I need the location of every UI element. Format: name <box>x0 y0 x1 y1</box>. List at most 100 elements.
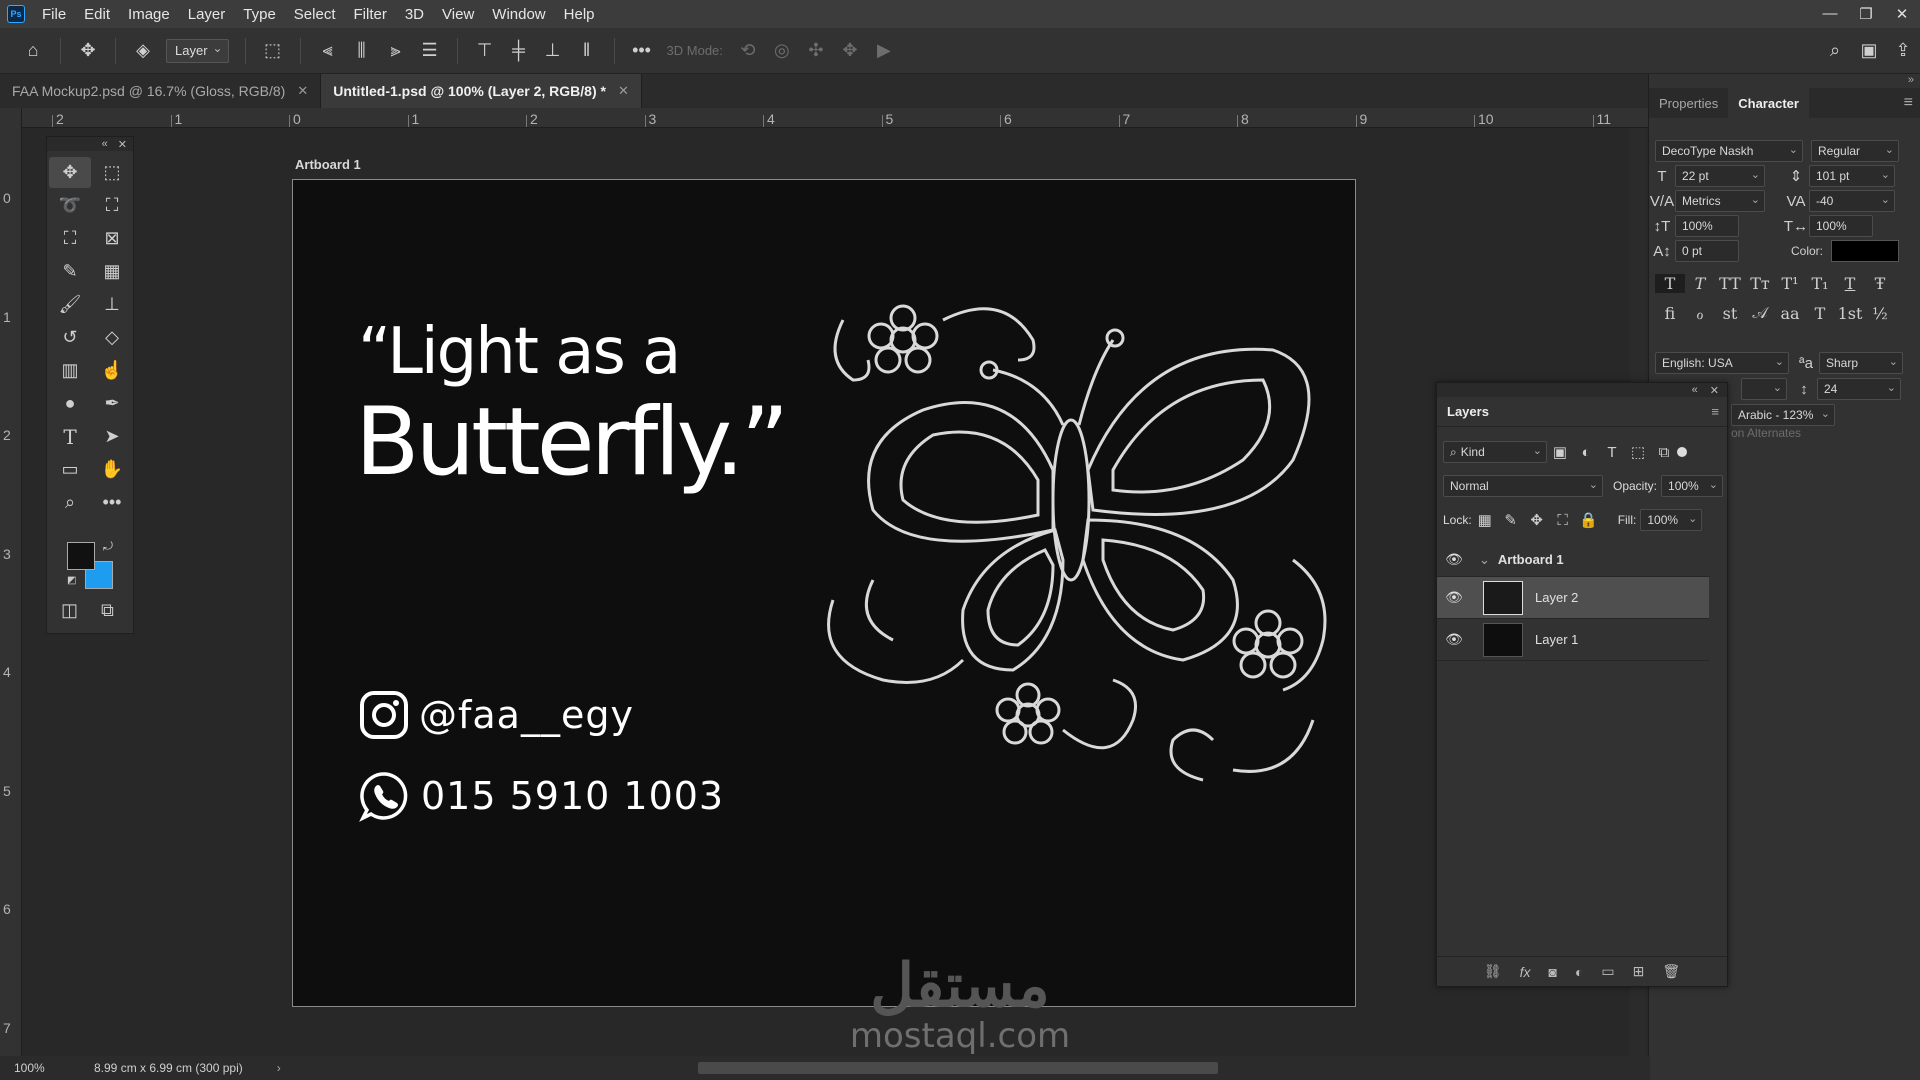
artboard-label[interactable]: Artboard 1 <box>295 157 361 172</box>
orbit-3d-icon[interactable]: ⟲ <box>735 38 761 64</box>
opacity-field[interactable]: 100% <box>1661 475 1724 497</box>
new-layer-icon[interactable]: ⊞ <box>1633 963 1645 980</box>
brush-icon[interactable]: 🖌 <box>49 289 91 320</box>
layer-row-layer-1[interactable]: 👁 Layer 1 <box>1437 619 1709 661</box>
layer-select[interactable]: Layer <box>166 38 229 63</box>
tab-properties[interactable]: Properties <box>1649 88 1728 118</box>
link-layers-icon[interactable]: ⛓ <box>1484 963 1502 980</box>
patch-icon[interactable]: ▦ <box>91 256 133 287</box>
lock-artboard-icon[interactable]: ⛶ <box>1550 512 1576 529</box>
menu-view[interactable]: View <box>433 6 483 23</box>
faux-italic-button[interactable]: T <box>1685 274 1715 293</box>
lasso-icon[interactable]: ➰ <box>49 190 91 221</box>
horizontal-scale-field[interactable]: 100% <box>1809 215 1873 237</box>
document-info[interactable]: 8.99 cm x 6.99 cm (300 ppi) <box>94 1061 243 1075</box>
hand-icon[interactable]: ✋ <box>91 454 133 485</box>
menu-3d[interactable]: 3D <box>396 6 433 23</box>
strikethrough-button[interactable]: Ŧ <box>1865 274 1895 293</box>
swash-button[interactable]: 𝒜 <box>1745 303 1775 323</box>
foreground-color-swatch[interactable] <box>67 542 95 570</box>
ordinals-button[interactable]: 1st <box>1835 304 1865 323</box>
text-color-swatch[interactable] <box>1831 240 1900 262</box>
filter-pixel-icon[interactable]: ▣ <box>1547 443 1573 461</box>
zoom-icon[interactable]: ⌕ <box>49 487 91 518</box>
vertical-scale-field[interactable]: 100% <box>1675 215 1739 237</box>
add-mask-icon[interactable]: ◙ <box>1548 964 1556 980</box>
old-style-button[interactable]: ℴ <box>1685 304 1715 323</box>
swap-colors-icon[interactable]: ⤾ <box>103 539 113 554</box>
align-center-icon[interactable]: ⫼ <box>349 38 375 64</box>
layers-title[interactable]: Layers <box>1447 404 1489 419</box>
underline-button[interactable]: T <box>1835 274 1865 293</box>
visibility-eye-icon[interactable]: 👁 <box>1437 589 1471 606</box>
menu-edit[interactable]: Edit <box>75 6 119 23</box>
crop-icon[interactable]: ⛶ <box>49 223 91 254</box>
stamp-icon[interactable]: ⊥ <box>91 289 133 320</box>
fill-field[interactable]: 100% <box>1640 509 1703 531</box>
camera-3d-icon[interactable]: ▶ <box>871 38 897 64</box>
shape-icon[interactable]: ▭ <box>49 454 91 485</box>
close-icon[interactable]: ✕ <box>118 138 127 151</box>
share-icon[interactable]: ⇪ <box>1890 38 1916 64</box>
font-size-field[interactable]: 22 pt <box>1675 165 1765 187</box>
visibility-eye-icon[interactable]: 👁 <box>1437 551 1471 568</box>
blend-mode-select[interactable]: Normal <box>1443 475 1603 497</box>
close-tab-icon[interactable]: ✕ <box>618 83 629 99</box>
faux-bold-button[interactable]: T <box>1655 274 1685 293</box>
adjustment-layer-icon[interactable]: ◐ <box>1575 964 1583 980</box>
zoom-level[interactable]: 100% <box>14 1061 84 1075</box>
collapse-icon[interactable]: « <box>1692 384 1698 396</box>
roll-3d-icon[interactable]: ◎ <box>769 38 795 64</box>
baseline-shift-field[interactable]: 0 pt <box>1675 240 1739 262</box>
move-tool-icon[interactable]: ✥ <box>75 38 101 64</box>
digits-select[interactable]: Arabic - 123% <box>1731 404 1835 426</box>
move-icon[interactable]: ✥ <box>49 157 91 188</box>
filter-smartobject-icon[interactable]: ⧉ <box>1651 444 1677 461</box>
eraser-icon[interactable]: ◇ <box>91 322 133 353</box>
panel-menu-icon[interactable]: ≡ <box>1711 404 1719 419</box>
superscript-button[interactable]: T¹ <box>1775 274 1805 293</box>
lock-all-icon[interactable]: 🔒 <box>1576 511 1602 529</box>
layer-group-artboard[interactable]: 👁 ⌄ Artboard 1 <box>1437 543 1709 577</box>
font-family-select[interactable]: DecoType Naskh <box>1655 140 1803 162</box>
object-select-icon[interactable]: ⛶ <box>91 190 133 221</box>
new-group-icon[interactable]: ▭ <box>1601 963 1614 980</box>
marquee-icon[interactable]: ⬚ <box>91 157 133 188</box>
tracking-field[interactable]: -40 <box>1809 190 1895 212</box>
expand-dock-icon[interactable]: » <box>1908 74 1914 86</box>
close-window-button[interactable]: ✕ <box>1884 5 1920 23</box>
horizontal-scrollbar[interactable] <box>698 1062 1218 1074</box>
kerning-field[interactable]: Metrics <box>1675 190 1765 212</box>
leading-field[interactable]: 101 pt <box>1809 165 1895 187</box>
diacritic-field[interactable]: 24 <box>1817 378 1901 400</box>
tab-character[interactable]: Character <box>1728 88 1809 118</box>
search-icon[interactable]: ⌕ <box>1822 38 1848 64</box>
filter-adjustment-icon[interactable]: ◐ <box>1573 444 1599 461</box>
close-tab-icon[interactable]: ✕ <box>297 83 308 99</box>
language-select[interactable]: English: USA <box>1655 352 1789 374</box>
pan-3d-icon[interactable]: ✣ <box>803 38 829 64</box>
chevron-down-icon[interactable]: ⌄ <box>1479 552 1490 568</box>
fx-icon[interactable]: fx <box>1520 964 1531 980</box>
visibility-eye-icon[interactable]: 👁 <box>1437 631 1471 648</box>
path-select-icon[interactable]: ➤ <box>91 421 133 452</box>
chevron-right-icon[interactable]: › <box>277 1061 281 1075</box>
more-options-icon[interactable]: ••• <box>629 38 655 64</box>
home-icon[interactable]: ⌂ <box>20 38 46 64</box>
dodge-icon[interactable]: ● <box>49 388 91 419</box>
menu-select[interactable]: Select <box>285 6 345 23</box>
history-brush-icon[interactable]: ↺ <box>49 322 91 353</box>
distribute-vertical-icon[interactable]: ‖ <box>574 38 600 64</box>
auto-select-icon[interactable]: ◈ <box>130 38 156 64</box>
lock-image-icon[interactable]: ✎ <box>1498 511 1524 529</box>
lock-position-icon[interactable]: ✥ <box>1524 511 1550 529</box>
small-caps-button[interactable]: Tᴛ <box>1745 274 1775 293</box>
tab-untitled-1[interactable]: Untitled-1.psd @ 100% (Layer 2, RGB/8) *… <box>321 74 642 108</box>
align-top-icon[interactable]: ⊤ <box>472 38 498 64</box>
menu-layer[interactable]: Layer <box>179 6 235 23</box>
fractions-button[interactable]: ½ <box>1865 304 1895 323</box>
gradient-icon[interactable]: ▥ <box>49 355 91 386</box>
panel-menu-icon[interactable]: ≡ <box>1904 88 1920 118</box>
lock-transparent-icon[interactable]: ▦ <box>1472 511 1498 529</box>
tab-faa-mockup[interactable]: FAA Mockup2.psd @ 16.7% (Gloss, RGB/8) ✕ <box>0 74 322 108</box>
